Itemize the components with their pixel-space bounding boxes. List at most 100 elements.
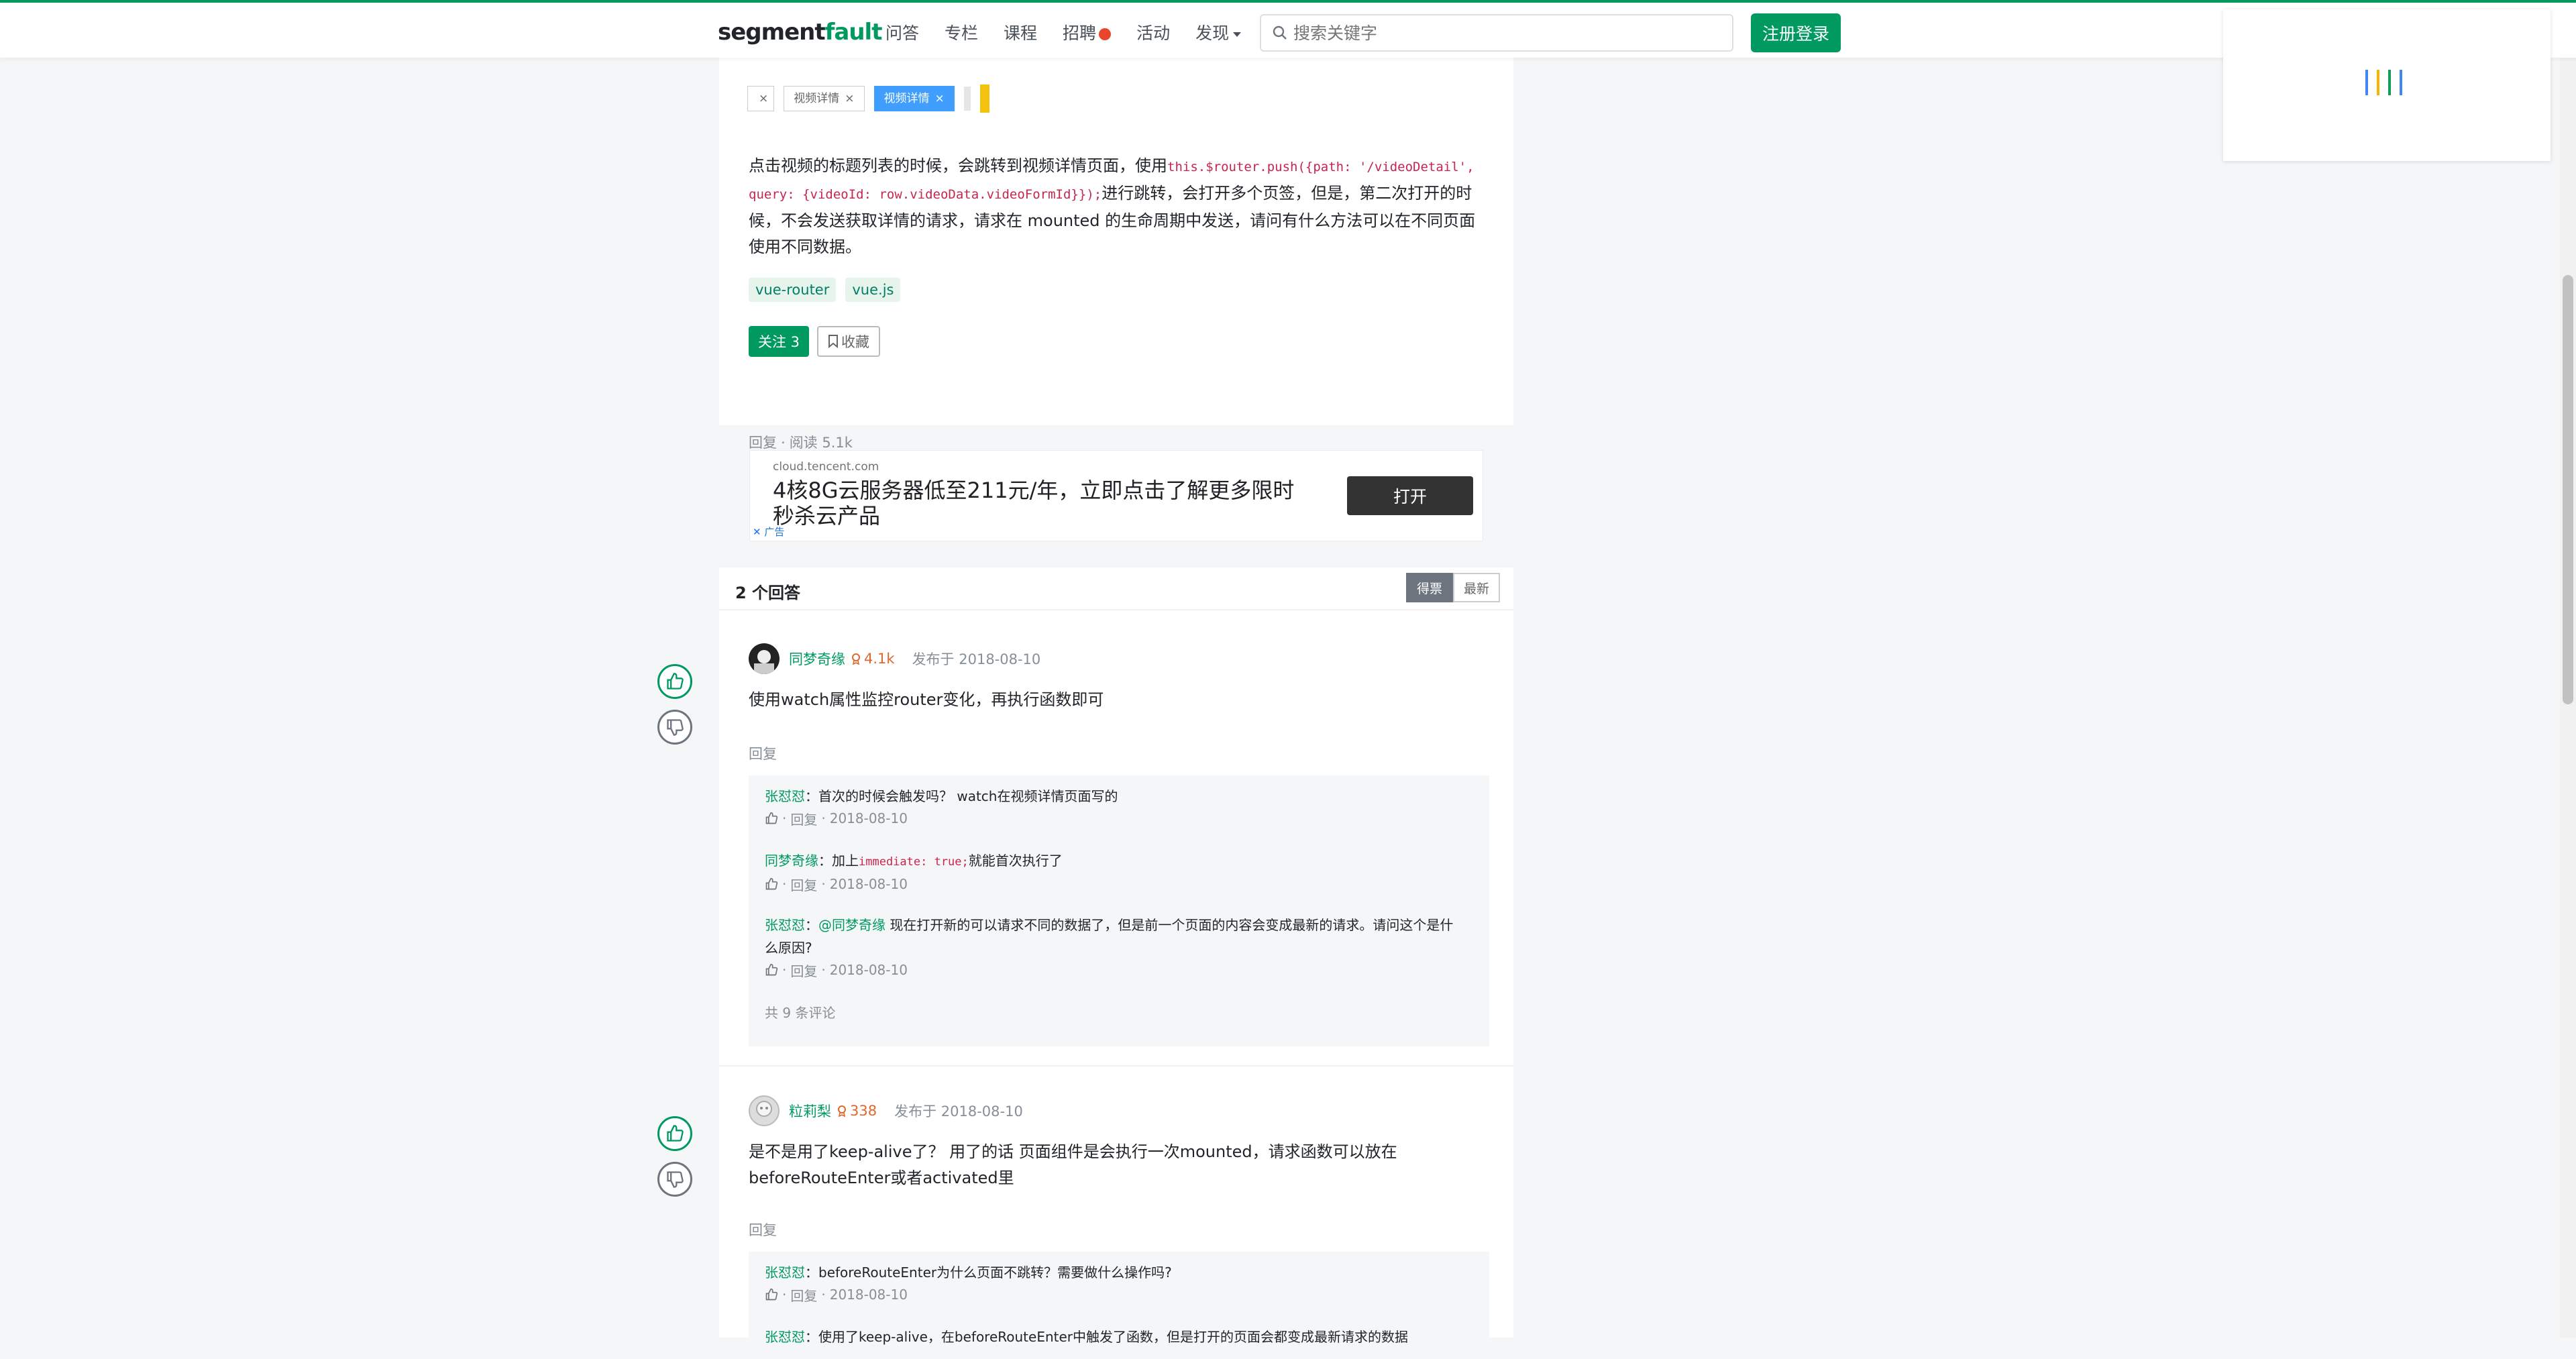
- close-icon: ×: [934, 92, 945, 105]
- upvote-button[interactable]: [657, 1116, 692, 1151]
- comment-item: 张怼怼：beforeRouteEnter为什么页面不跳转？需要做什么操作吗? ·…: [765, 1261, 1462, 1305]
- close-icon[interactable]: ✕: [753, 526, 761, 538]
- nav-item-course[interactable]: 课程: [1004, 20, 1037, 44]
- avatar[interactable]: [749, 643, 780, 674]
- thumbs-up-icon[interactable]: [765, 812, 778, 825]
- comment-text: 张怼怼：@同梦奇缘 现在打开新的可以请求不同的数据了，但是前一个页面的内容会变成…: [765, 914, 1462, 959]
- comment-reply-link[interactable]: 回复: [790, 1285, 817, 1305]
- follow-button[interactable]: 关注 3: [749, 326, 810, 357]
- scrollbar-thumb[interactable]: [2563, 275, 2573, 704]
- nav-item-jobs[interactable]: 招聘: [1063, 20, 1112, 44]
- answers-heading: 2 个回答: [735, 584, 801, 602]
- thumbs-up-icon: [667, 1125, 684, 1142]
- tab-video-detail: 视频详情 ×: [784, 86, 865, 111]
- answer-reply-link[interactable]: 回复: [749, 1219, 777, 1240]
- downvote-button[interactable]: [657, 1162, 692, 1197]
- nav-item-discover[interactable]: 发现: [1195, 20, 1242, 44]
- comment-sep: ：: [805, 788, 818, 804]
- comment-text: 张怼怼：beforeRouteEnter为什么页面不跳转？需要做什么操作吗?: [765, 1261, 1462, 1284]
- comment-date: 2018-08-10: [829, 1287, 908, 1303]
- page-scrollbar[interactable]: [2560, 0, 2576, 1338]
- tag-list: vue-router vue.js: [749, 278, 901, 302]
- question-reply-link[interactable]: 回复: [749, 435, 777, 451]
- comment-reply-link[interactable]: 回复: [790, 961, 817, 980]
- comment-author[interactable]: 张怼怼: [765, 1264, 805, 1281]
- search-box: [1260, 14, 1733, 52]
- sort-toggle: 得票 最新: [1406, 573, 1500, 602]
- tab-divider: [963, 87, 971, 111]
- register-login-button[interactable]: 注册登录: [1751, 13, 1841, 52]
- question-card: × 视频详情 × 视频详情 × 点击视频的标题列表的时候，会跳转到视频详情页面，使用…: [719, 58, 1513, 451]
- meta-separator: ·: [782, 876, 787, 892]
- screenshot-tab-strip: × 视频详情 × 视频详情 ×: [747, 85, 989, 113]
- bookmark-icon: [828, 335, 839, 348]
- comment-author[interactable]: 同梦奇缘: [765, 853, 818, 869]
- upvote-button[interactable]: [657, 664, 692, 699]
- yellow-marker: [979, 85, 989, 113]
- downvote-button[interactable]: [657, 710, 692, 745]
- comment-meta: · 回复 · 2018-08-10: [765, 873, 1462, 895]
- comment-item: 张怼怼：首次的时候会触发吗？ watch在视频详情页面写的 · 回复 · 2018-0…: [765, 785, 1462, 829]
- comment-meta: · 回复 · 2018-08-10: [765, 1284, 1462, 1305]
- reputation: 4.1k: [851, 651, 895, 667]
- ad-banner[interactable]: cloud.tencent.com 4核8G云服务器低至211元/年，立即点击了…: [750, 451, 1483, 541]
- thumbs-up-icon[interactable]: [765, 877, 778, 891]
- floating-loading-panel: [2223, 9, 2551, 161]
- answer-reply-link[interactable]: 回复: [749, 743, 777, 763]
- answer-author-name[interactable]: 同梦奇缘: [789, 649, 845, 669]
- reputation-value: 4.1k: [864, 651, 895, 667]
- ad-open-button[interactable]: 打开: [1347, 476, 1473, 515]
- site-logo[interactable]: segmentfault: [718, 15, 883, 50]
- comment-author[interactable]: 张怼怼: [765, 788, 805, 804]
- sort-by-votes-button[interactable]: 得票: [1406, 573, 1453, 602]
- tab-partial: ×: [747, 86, 775, 111]
- thumbs-up-icon[interactable]: [765, 1288, 778, 1301]
- thumbs-up-icon: [667, 673, 684, 690]
- answer-posted-date: 发布于 2018-08-10: [912, 651, 1041, 667]
- comment-body: 加上: [832, 853, 859, 869]
- answer-author-name[interactable]: 粒莉梨: [789, 1101, 831, 1121]
- comment-list: 张怼怼：beforeRouteEnter为什么页面不跳转？需要做什么操作吗? ·…: [749, 1252, 1489, 1359]
- comment-text: 张怼怼：使用了keep-alive，在beforeRouteEnter中触发了函…: [765, 1325, 1462, 1348]
- thumbs-down-icon: [667, 1171, 684, 1188]
- comment-mention[interactable]: @同梦奇缘: [818, 917, 885, 933]
- thumbs-up-icon[interactable]: [765, 963, 778, 977]
- comment-sep: ：: [805, 1264, 818, 1281]
- comment-list: 张怼怼：首次的时候会触发吗？ watch在视频详情页面写的 · 回复 · 2018-0…: [749, 775, 1489, 1046]
- meta-separator: ·: [821, 876, 826, 892]
- nav-item-qa[interactable]: 问答: [885, 20, 919, 44]
- tag-vuejs[interactable]: vue.js: [845, 278, 901, 302]
- answers-card: 2 个回答 得票 最新 同梦奇缘 4.1k 发布于 2018-08-10 使用w…: [719, 567, 1513, 1359]
- comment-meta: · 回复 · 2018-08-10: [765, 808, 1462, 829]
- nav-item-events[interactable]: 活动: [1136, 20, 1170, 44]
- bookmark-button[interactable]: 收藏: [817, 326, 881, 357]
- nav-item-column[interactable]: 专栏: [945, 20, 978, 44]
- comment-reply-link[interactable]: 回复: [790, 875, 817, 894]
- sort-by-newest-button[interactable]: 最新: [1453, 573, 1500, 602]
- search-input[interactable]: [1288, 15, 1732, 51]
- nav-item-discover-label: 发现: [1195, 23, 1230, 43]
- answer-author-row: 同梦奇缘 4.1k 发布于 2018-08-10: [749, 643, 1040, 675]
- loading-spinner-icon: [2365, 70, 2402, 95]
- comment-author[interactable]: 张怼怼: [765, 1329, 805, 1345]
- tab-label: 视频详情: [794, 92, 840, 105]
- logo-text-fault: fault: [824, 19, 883, 46]
- search-icon: [1273, 25, 1287, 40]
- meta-separator: ·: [781, 435, 786, 451]
- ad-label[interactable]: ✕ 广告: [753, 525, 784, 539]
- ad-domain: cloud.tencent.com: [773, 460, 879, 474]
- tag-vue-router[interactable]: vue-router: [749, 278, 837, 302]
- comment-author[interactable]: 张怼怼: [765, 917, 805, 933]
- bookmark-label: 收藏: [841, 334, 870, 350]
- comment-item: 张怼怼：@同梦奇缘 现在打开新的可以请求不同的数据了，但是前一个页面的内容会变成…: [765, 914, 1462, 981]
- comment-reply-link[interactable]: 回复: [790, 809, 817, 828]
- comment-total-link[interactable]: 共 9 条评论: [765, 1002, 835, 1022]
- question-text-before: 点击视频的标题列表的时候，会跳转到视频详情页面，使用: [749, 156, 1167, 175]
- question-actions: 关注 3 收藏: [749, 326, 881, 357]
- chevron-down-icon: [1233, 32, 1242, 37]
- comment-item: 同梦奇缘：加上immediate: true;就能首次执行了 · 回复 · 2018-…: [765, 849, 1462, 895]
- ad-title[interactable]: 4核8G云服务器低至211元/年，立即点击了解更多限时秒杀云产品: [773, 478, 1296, 529]
- avatar[interactable]: [749, 1095, 780, 1126]
- hot-flame-icon: [1099, 28, 1112, 40]
- comment-text: 张怼怼：首次的时候会触发吗？ watch在视频详情页面写的: [765, 785, 1462, 808]
